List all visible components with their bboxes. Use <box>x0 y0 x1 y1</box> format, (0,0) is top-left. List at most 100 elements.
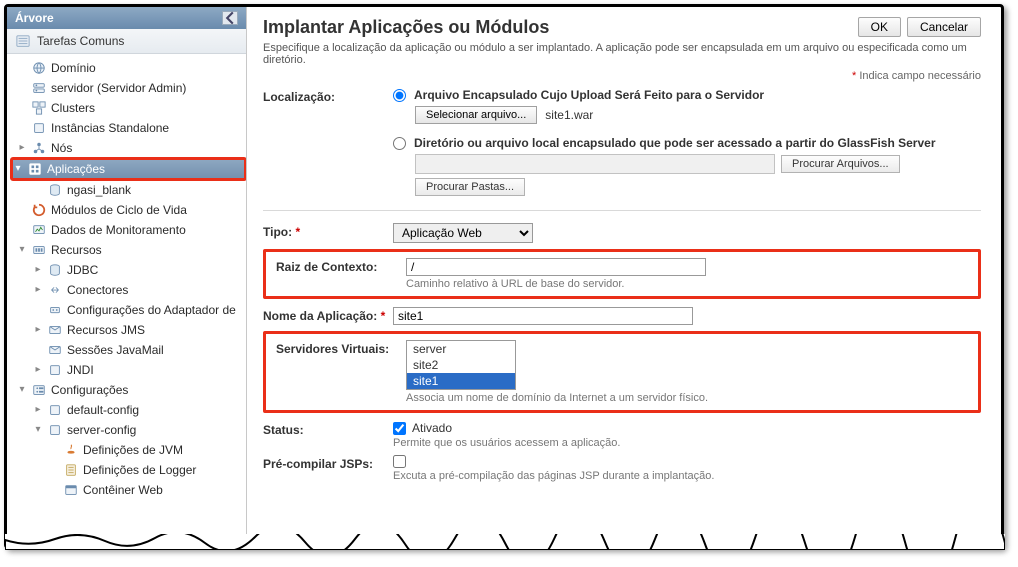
radio-local-label: Diretório ou arquivo local encapsulado q… <box>414 136 936 150</box>
expand-icon[interactable]: ▸ <box>33 405 43 415</box>
context-root-label: Raiz de Contexto: <box>276 258 406 274</box>
db-icon <box>47 182 63 198</box>
radio-upload[interactable] <box>393 89 406 102</box>
precompile-checkbox[interactable] <box>393 455 406 468</box>
tree-label: Aplicações <box>47 163 105 175</box>
collapse-sidebar-button[interactable] <box>222 11 238 25</box>
adapter-icon <box>47 302 63 318</box>
tree-item-web-container[interactable]: Contêiner Web <box>11 480 246 500</box>
tree-item-dominio[interactable]: Domínio <box>11 58 246 78</box>
cancel-button[interactable]: Cancelar <box>907 17 981 37</box>
tree-item-jndi[interactable]: ▸ JNDI <box>11 360 246 380</box>
nav-tree: Domínio servidor (Servidor Admin) Cluste… <box>7 54 246 546</box>
db-icon <box>47 262 63 278</box>
domain-icon <box>31 60 47 76</box>
expand-icon[interactable]: ▸ <box>17 143 27 153</box>
page-description: Especifique a localização da aplicação o… <box>263 42 981 66</box>
browse-folders-button[interactable]: Procurar Pastas... <box>415 178 525 196</box>
app-name-input[interactable] <box>393 307 693 325</box>
tasks-icon <box>15 33 31 49</box>
type-select[interactable]: Aplicação Web <box>393 223 533 243</box>
sidebar: Árvore Tarefas Comuns Domínio servidor (… <box>7 7 247 546</box>
tree-item-lifecycle[interactable]: Módulos de Ciclo de Vida <box>11 200 246 220</box>
local-path-input[interactable] <box>415 154 775 174</box>
context-root-input[interactable] <box>406 258 706 276</box>
tree-label: server-config <box>67 424 136 436</box>
tree-item-javamail[interactable]: Sessões JavaMail <box>11 340 246 360</box>
tree-item-configuracoes[interactable]: ▾ Configurações <box>11 380 246 400</box>
tree-item-conectores[interactable]: ▸ Conectores <box>11 280 246 300</box>
tree-label: Clusters <box>51 102 95 114</box>
tree-item-aplicacoes[interactable]: ▾ Aplicações <box>11 158 246 180</box>
location-label: Localização: <box>263 88 393 104</box>
torn-edge <box>5 534 1005 550</box>
apps-icon <box>27 161 43 177</box>
tree-item-servidor[interactable]: servidor (Servidor Admin) <box>11 78 246 98</box>
config-icon <box>31 382 47 398</box>
expand-icon[interactable]: ▾ <box>13 164 23 174</box>
tree-item-default-config[interactable]: ▸ default-config <box>11 400 246 420</box>
instance-icon <box>31 120 47 136</box>
browse-files-button[interactable]: Procurar Arquivos... <box>781 155 900 173</box>
virtual-servers-listbox[interactable]: server site2 site1 <box>406 340 516 390</box>
expand-icon[interactable]: ▸ <box>33 325 43 335</box>
status-checkbox-label: Ativado <box>412 421 452 435</box>
tree-label: JNDI <box>67 364 94 376</box>
tree-label: Recursos JMS <box>67 324 145 336</box>
sidebar-header: Árvore <box>7 7 246 29</box>
tree-label: Definições de Logger <box>83 464 196 476</box>
tree-item-clusters[interactable]: Clusters <box>11 98 246 118</box>
tree-item-logger[interactable]: Definições de Logger <box>11 460 246 480</box>
ok-button[interactable]: OK <box>858 17 901 37</box>
status-checkbox[interactable] <box>393 422 406 435</box>
tree-item-instancias[interactable]: Instâncias Standalone <box>11 118 246 138</box>
listbox-option[interactable]: site2 <box>407 357 515 373</box>
virtual-servers-label: Servidores Virtuais: <box>276 340 406 356</box>
tree-label: Definições de JVM <box>83 444 183 456</box>
tree-item-jvm[interactable]: Definições de JVM <box>11 440 246 460</box>
tree-item-nos[interactable]: ▸ Nós <box>11 138 246 158</box>
cluster-icon <box>31 100 47 116</box>
tree-item-jdbc[interactable]: ▸ JDBC <box>11 260 246 280</box>
tree-item-jms[interactable]: ▸ Recursos JMS <box>11 320 246 340</box>
collapse-icon[interactable]: ▾ <box>33 425 43 435</box>
highlight-context-root: Raiz de Contexto: Caminho relativo à URL… <box>263 249 981 299</box>
expand-icon[interactable]: ▸ <box>33 285 43 295</box>
tree-label: Conectores <box>67 284 128 296</box>
cfg-icon <box>47 422 63 438</box>
tree-label: servidor (Servidor Admin) <box>51 82 186 94</box>
separator <box>263 210 981 211</box>
tree-item-adapter-config[interactable]: Configurações do Adaptador de <box>11 300 246 320</box>
highlight-virtual-servers: Servidores Virtuais: server site2 site1 … <box>263 331 981 413</box>
tree-label: Domínio <box>51 62 96 74</box>
listbox-option[interactable]: server <box>407 341 515 357</box>
precompile-label: Pré-compilar JSPs: <box>263 455 393 471</box>
app-name-label: Nome da Aplicação: * <box>263 307 393 323</box>
common-tasks-label: Tarefas Comuns <box>37 34 124 48</box>
tree-item-monitoring[interactable]: Dados de Monitoramento <box>11 220 246 240</box>
tree-item-ngasi-blank[interactable]: ngasi_blank <box>11 180 246 200</box>
tree-label: Nós <box>51 142 72 154</box>
tree-label: ngasi_blank <box>67 184 131 196</box>
webcontainer-icon <box>63 482 79 498</box>
listbox-option-selected[interactable]: site1 <box>407 373 515 389</box>
tree-label: Configurações <box>51 384 128 396</box>
common-tasks-header[interactable]: Tarefas Comuns <box>7 29 246 54</box>
expand-icon[interactable]: ▸ <box>33 365 43 375</box>
radio-local[interactable] <box>393 137 406 150</box>
expand-icon[interactable]: ▸ <box>33 265 43 275</box>
radio-upload-label: Arquivo Encapsulado Cujo Upload Será Fei… <box>414 88 764 102</box>
tree-item-server-config[interactable]: ▾ server-config <box>11 420 246 440</box>
status-help: Permite que os usuários acessem a aplica… <box>393 437 981 449</box>
main-content: Implantar Aplicações ou Módulos OK Cance… <box>247 7 1001 546</box>
context-root-help: Caminho relativo à URL de base do servid… <box>406 278 968 290</box>
monitor-icon <box>31 222 47 238</box>
select-file-button[interactable]: Selecionar arquivo... <box>415 106 537 124</box>
virtual-servers-help: Associa um nome de domínio da Internet a… <box>406 392 968 404</box>
collapse-icon[interactable]: ▾ <box>17 245 27 255</box>
node-icon <box>31 140 47 156</box>
jndi-icon <box>47 362 63 378</box>
collapse-icon[interactable]: ▾ <box>17 385 27 395</box>
tree-label: Módulos de Ciclo de Vida <box>51 204 187 216</box>
tree-item-recursos[interactable]: ▾ Recursos <box>11 240 246 260</box>
